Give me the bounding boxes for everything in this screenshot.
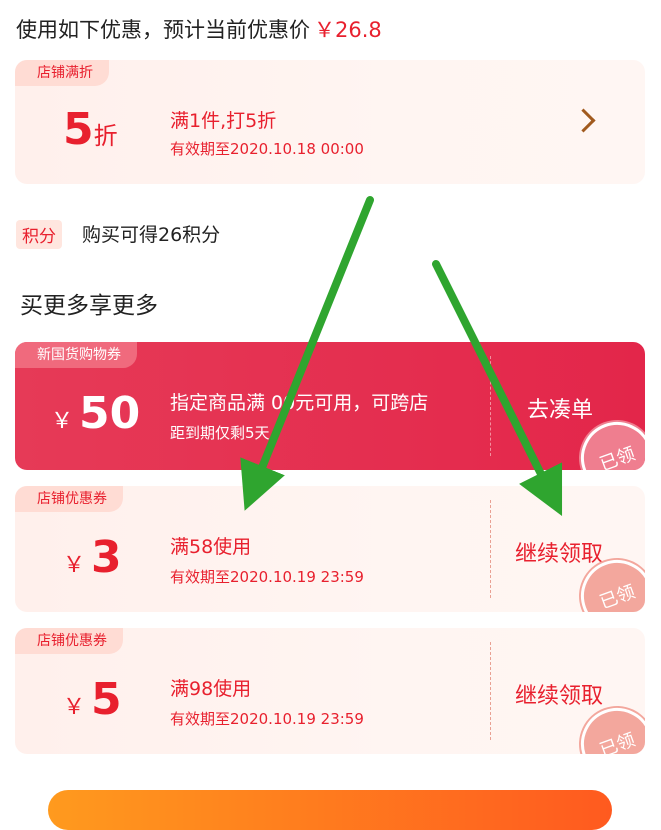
points-text: 购买可得26积分 <box>82 224 221 246</box>
discount-tag: 店铺满折 <box>15 60 109 86</box>
coupon-divider <box>490 356 491 456</box>
go-add-items-button[interactable]: 去凑单 <box>527 392 593 424</box>
continue-claim-button[interactable]: 继续领取 <box>515 678 603 710</box>
section-title: 买更多享更多 <box>20 293 158 319</box>
discount-card[interactable]: 店铺满折 5折 满1件,打5折 有效期至2020.10.18 00:00 <box>15 60 645 184</box>
coupon-tag: 店铺优惠券 <box>15 628 123 654</box>
coupon-title: 满98使用 <box>170 678 252 700</box>
coupon-card[interactable]: 店铺优惠券 ￥ 3 满58使用 有效期至2020.10.19 23:59 继续领取… <box>15 486 645 612</box>
coupon-amount: ￥ 3 <box>63 532 122 583</box>
yen-symbol: ￥ <box>63 695 86 720</box>
discount-amount: 5折 <box>63 104 118 155</box>
discount-title: 满1件,打5折 <box>170 110 277 132</box>
coupon-divider <box>490 642 491 740</box>
coupon-tag: 新国货购物券 <box>15 342 137 368</box>
coupon-title: 指定商品满 00元可用，可跨店 <box>170 392 429 414</box>
coupon-subtitle: 有效期至2020.10.19 23:59 <box>170 568 364 586</box>
coupon-card[interactable]: 新国货购物券 ￥ 50 指定商品满 00元可用，可跨店 距到期仅剩5天 去凑单 已… <box>15 342 645 470</box>
discount-validity: 有效期至2020.10.18 00:00 <box>170 140 364 158</box>
chevron-right-icon[interactable] <box>571 108 596 133</box>
coupon-divider <box>490 500 491 598</box>
coupon-value: 5 <box>91 674 122 725</box>
yen-symbol: ￥ <box>63 553 86 578</box>
coupon-subtitle: 距到期仅剩5天 <box>170 424 270 442</box>
coupon-title: 满58使用 <box>170 536 252 558</box>
coupon-card[interactable]: 店铺优惠券 ￥ 5 满98使用 有效期至2020.10.19 23:59 继续领取… <box>15 628 645 754</box>
estimated-price: ￥26.8 <box>314 18 382 42</box>
bottom-action-bar[interactable] <box>48 790 612 830</box>
coupon-value: 3 <box>91 532 122 583</box>
continue-claim-button[interactable]: 继续领取 <box>515 536 603 568</box>
header-text: 使用如下优惠，预计当前优惠价 <box>16 18 310 42</box>
discount-value: 5 <box>63 104 94 155</box>
coupon-amount: ￥ 50 <box>51 388 140 439</box>
coupon-value: 50 <box>79 388 141 439</box>
coupon-subtitle: 有效期至2020.10.19 23:59 <box>170 710 364 728</box>
points-badge: 积分 <box>16 220 62 249</box>
coupon-tag: 店铺优惠券 <box>15 486 123 512</box>
discount-unit: 折 <box>93 122 118 150</box>
yen-symbol: ￥ <box>51 409 74 434</box>
coupon-amount: ￥ 5 <box>63 674 122 725</box>
price-header: 使用如下优惠，预计当前优惠价 ￥26.8 <box>16 14 382 44</box>
